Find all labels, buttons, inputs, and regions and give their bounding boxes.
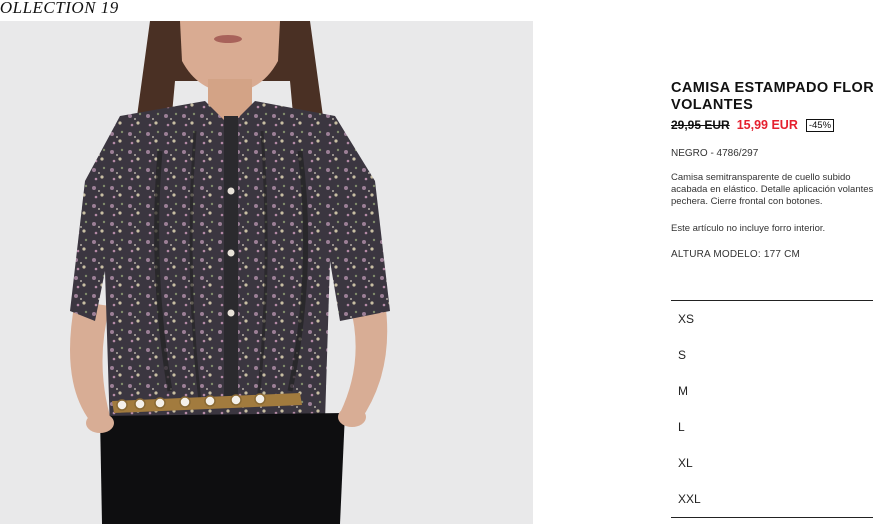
collection-label: COLLECTION 19 [0,0,119,17]
product-title-line2: VOLANTES [671,97,754,113]
model-height: ALTURA MODELO: 177 CM [671,249,801,260]
price-row: 29,95 EUR 15,99 EUR -45% [671,117,873,133]
size-option-xl[interactable]: XL [671,445,873,481]
description-line: Camisa semitransparente de cuello subido [671,172,851,183]
model-illustration [0,21,533,524]
description-line: acabada en elástico. Detalle aplicación … [671,184,873,195]
product-title-line1: CAMISA ESTAMPADO FLORES [671,80,873,96]
size-option-xs[interactable]: XS [671,301,873,337]
description-line: pechera. Cierre frontal con botones. [671,196,823,207]
product-title: CAMISA ESTAMPADO FLORES VOLANTES [671,80,873,114]
lining-note: Este artículo no incluye forro interior. [671,223,826,234]
product-photo[interactable] [0,21,533,524]
color-reference: NEGRO - 4786/297 [671,148,759,159]
size-option-xxl[interactable]: XXL [671,481,873,517]
size-option-s[interactable]: S [671,337,873,373]
product-description: Camisa semitransparente de cuello subido… [671,172,873,208]
discount-badge: -45% [805,118,835,132]
size-option-l[interactable]: L [671,409,873,445]
sale-price: 15,99 EUR [736,118,798,132]
product-info: CAMISA ESTAMPADO FLORES VOLANTES 29,95 E… [671,80,873,260]
size-selector: XS S M L XL XXL [671,300,873,518]
old-price: 29,95 EUR [671,118,730,132]
size-option-m[interactable]: M [671,373,873,409]
